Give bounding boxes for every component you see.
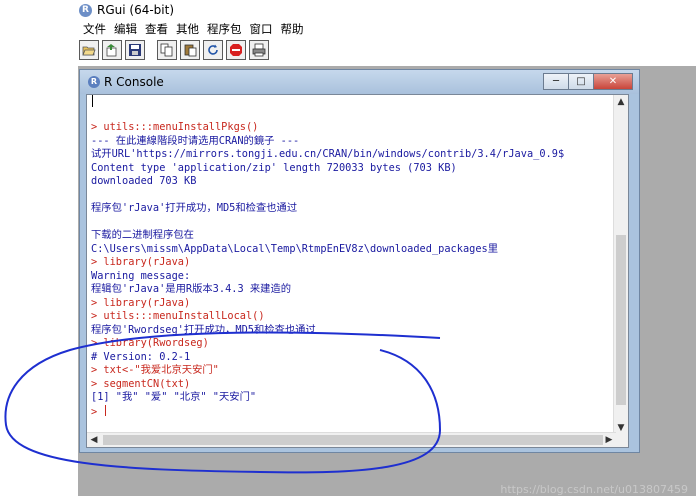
horizontal-scrollbar[interactable]: ◀ ▶ — [87, 432, 616, 447]
output-line: # Version: 0.2-1 — [91, 350, 191, 363]
command-line: > segmentCN(txt) — [91, 377, 191, 390]
command-line: > utils:::menuInstallPkgs() — [91, 121, 259, 133]
command-line: > library(Rwordseg) — [91, 337, 209, 349]
menu-packages[interactable]: 程序包 — [203, 21, 246, 37]
output-line: 程序包'Rwordseg'打开成功，MD5和检查也通过 — [91, 323, 316, 336]
output-line: 试开URL'https://mirrors.tongji.edu.cn/CRAN… — [91, 148, 565, 160]
open-script-icon[interactable] — [79, 40, 99, 60]
vertical-scrollbar[interactable]: ▲ ▼ — [613, 95, 628, 435]
copy-icon[interactable] — [157, 40, 177, 60]
output-line: downloaded 703 KB — [91, 175, 197, 187]
r-logo-icon: R — [88, 76, 100, 88]
toolbar — [79, 40, 269, 64]
horizontal-scroll-thumb[interactable] — [103, 435, 603, 445]
output-line: 程序包'rJava'打开成功，MD5和检查也通过 — [91, 202, 298, 214]
output-line: [1] "我" "爱" "北京" "天安门" — [91, 391, 257, 403]
prompt-cursor — [105, 404, 107, 416]
stop-icon[interactable] — [226, 40, 246, 60]
save-icon[interactable] — [125, 40, 145, 60]
menu-edit[interactable]: 编辑 — [110, 21, 141, 37]
menu-windows[interactable]: 窗口 — [246, 21, 277, 37]
scroll-left-icon[interactable]: ◀ — [87, 433, 101, 447]
console-titlebar[interactable]: R R Console ─ □ ✕ — [80, 70, 639, 94]
console-title: R Console — [104, 75, 164, 89]
console-output[interactable]: > utils:::menuInstallPkgs() --- 在此連線階段时请选… — [86, 94, 629, 448]
close-button[interactable]: ✕ — [593, 73, 633, 90]
vertical-scroll-thumb[interactable] — [616, 235, 626, 405]
menu-misc[interactable]: 其他 — [172, 21, 203, 37]
minimize-button[interactable]: ─ — [543, 73, 569, 90]
command-line: > — [91, 404, 107, 418]
refresh-icon[interactable] — [203, 40, 223, 60]
output-line: Content type 'application/zip' length 72… — [91, 161, 457, 174]
console-lines: > utils:::menuInstallPkgs() --- 在此連線階段时请选… — [91, 95, 616, 435]
scroll-up-icon[interactable]: ▲ — [614, 95, 628, 109]
output-line: --- 在此連線階段时请选用CRAN的鏡子 --- — [91, 134, 300, 147]
paste-icon[interactable] — [180, 40, 200, 60]
print-icon[interactable] — [249, 40, 269, 60]
output-line: C:\Users\missm\AppData\Local\Temp\RtmpEn… — [91, 242, 499, 255]
menu-file[interactable]: 文件 — [79, 21, 110, 37]
command-line: > txt<-"我爱北京天安门" — [91, 364, 219, 376]
load-workspace-icon[interactable] — [102, 40, 122, 60]
app-titlebar: R RGui (64-bit) — [0, 0, 696, 20]
output-line: 程辑包'rJava'是用R版本3.4.3 来建造的 — [91, 283, 292, 295]
menu-view[interactable]: 查看 — [141, 21, 172, 37]
command-line: > library(rJava) — [91, 256, 191, 268]
command-line: > library(rJava) — [91, 296, 191, 309]
resize-grip-icon[interactable] — [614, 433, 628, 447]
r-logo-icon: R — [79, 3, 92, 17]
output-line: 下载的二进制程序包在 — [91, 229, 194, 241]
app-title: RGui (64-bit) — [97, 3, 175, 17]
r-console-window: R R Console ─ □ ✕ > utils:::menuInstallP… — [79, 69, 640, 453]
window-controls: ─ □ ✕ — [543, 73, 633, 90]
menu-help[interactable]: 帮助 — [277, 21, 308, 37]
command-line: > utils:::menuInstallLocal() — [91, 310, 265, 322]
maximize-button[interactable]: □ — [568, 73, 594, 90]
output-line: Warning message: — [91, 269, 191, 282]
watermark: https://blog.csdn.net/u013807459 — [500, 483, 688, 496]
menu-bar: 文件 编辑 查看 其他 程序包 窗口 帮助 — [0, 20, 696, 37]
